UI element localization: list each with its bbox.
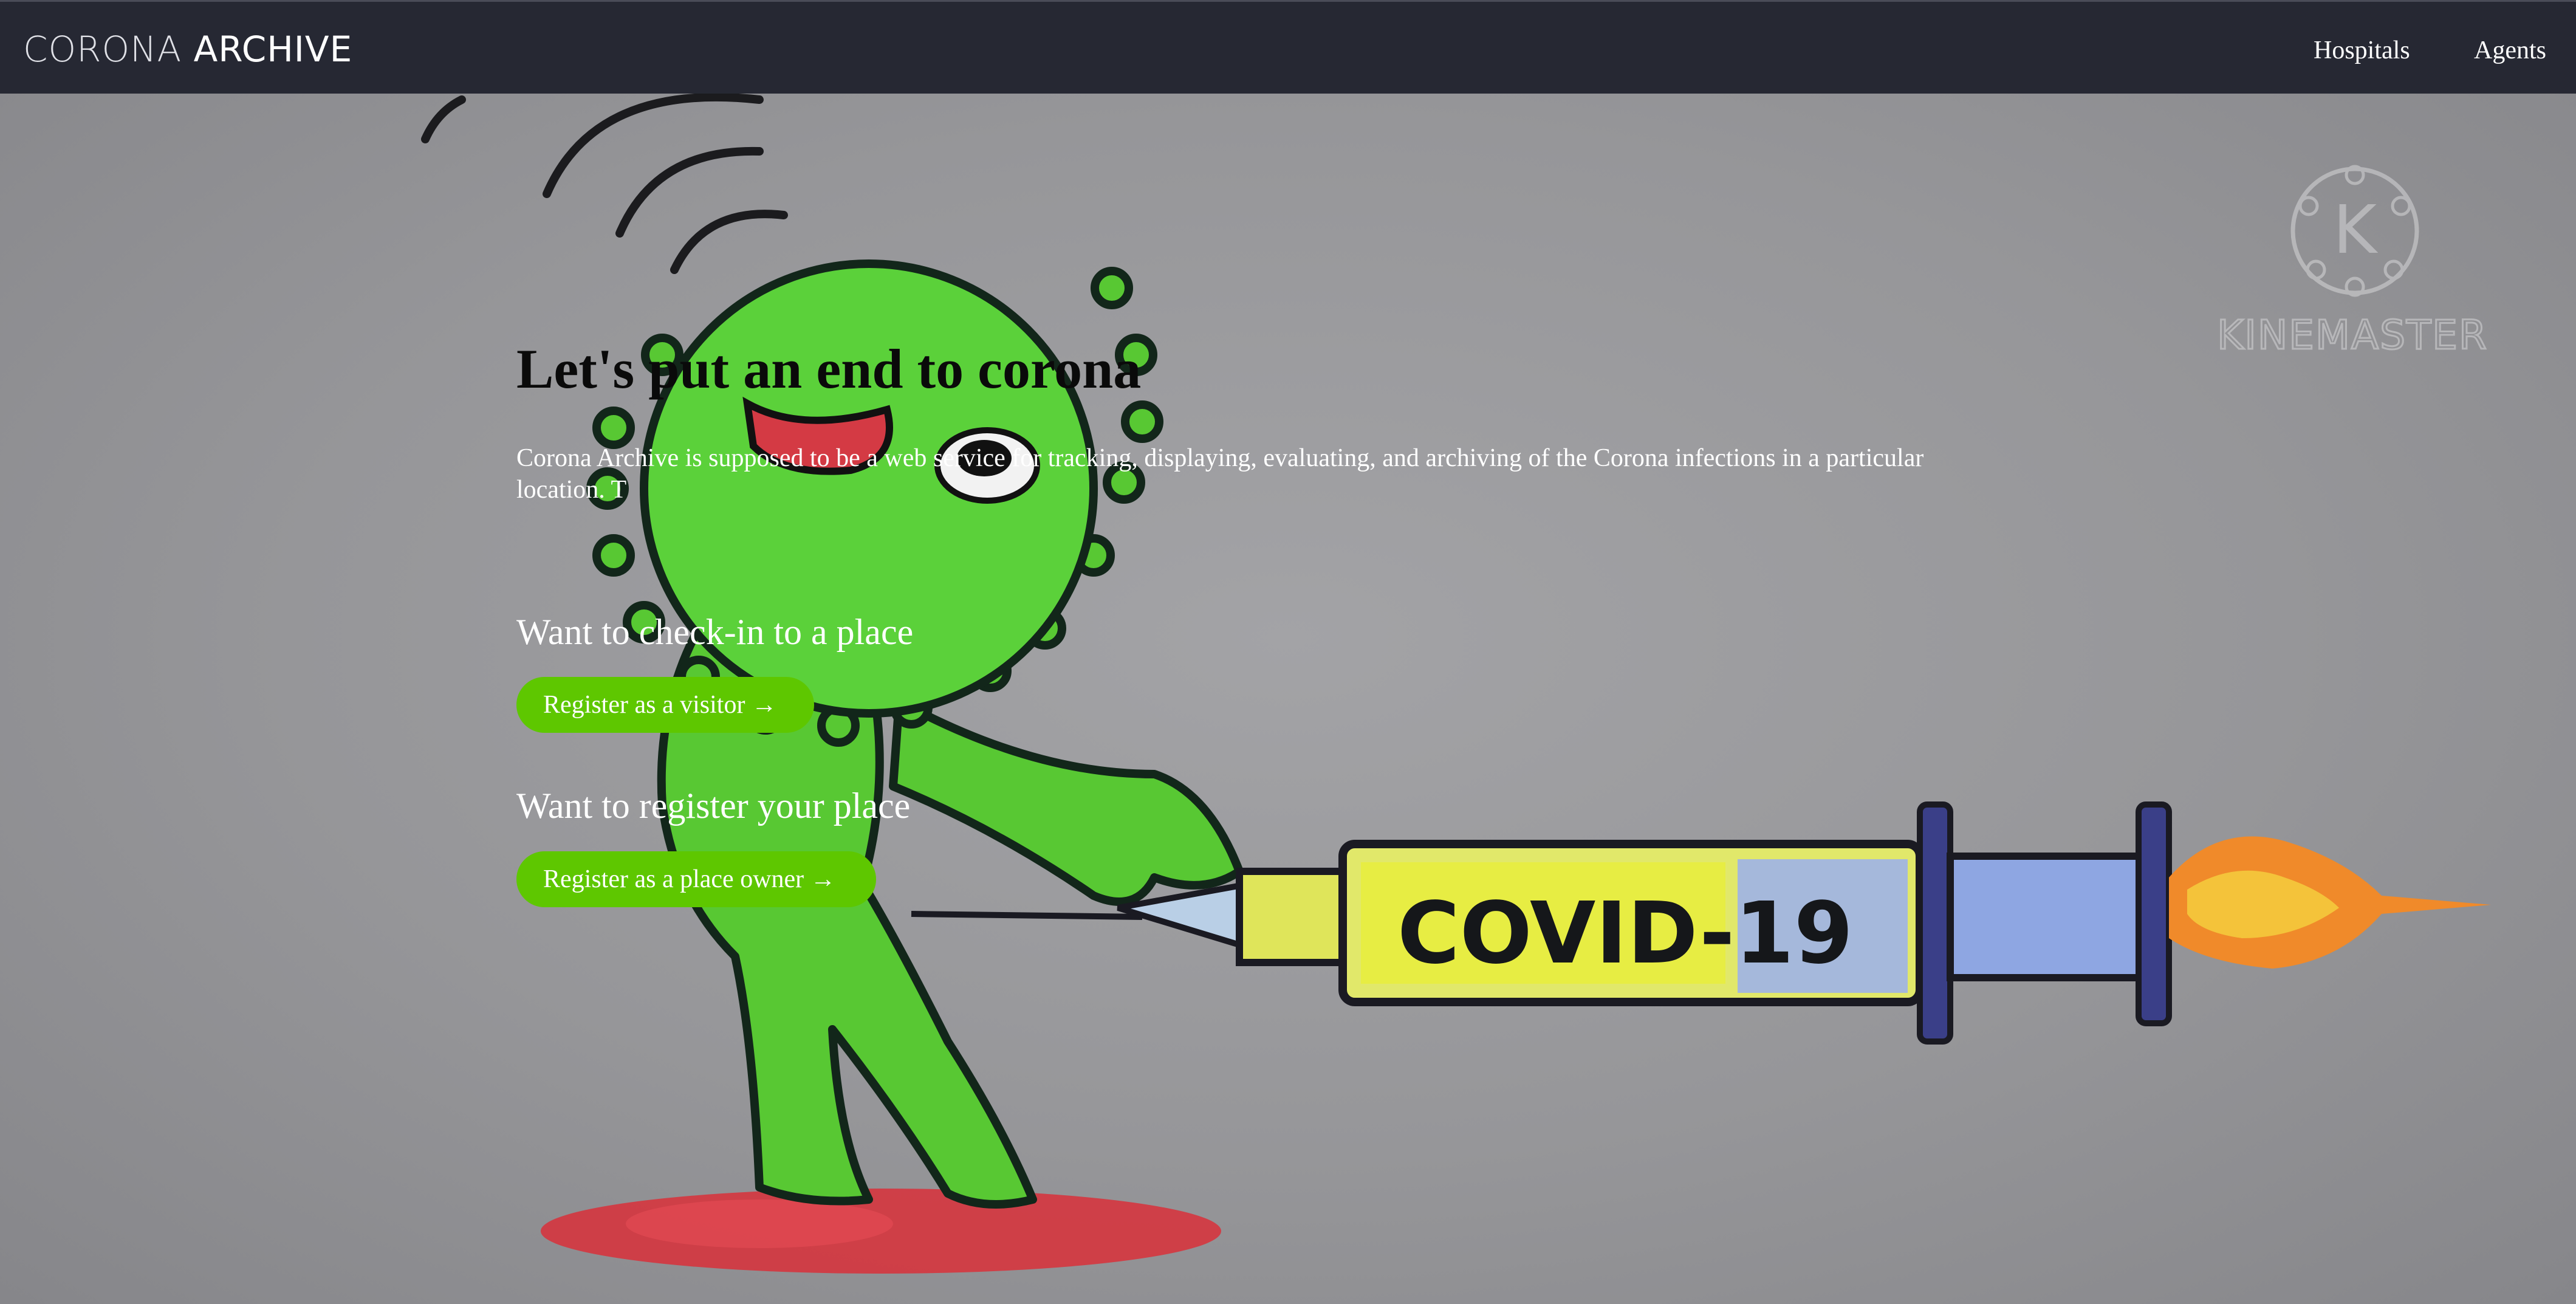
blood-pool [541,1189,1221,1274]
syringe-label: COVID-19 [1397,884,1853,983]
top-navbar: CORONA ARCHIVE Hospitals Agents [0,0,2576,94]
logo-archive-text: ARCHIVE [193,29,353,70]
hero-intro-text: Corona Archive is supposed to be a web s… [516,444,1924,504]
virus-creature [586,259,1244,1209]
logo-corona-text: CORONA [23,29,182,70]
visitor-section-title: Want to check-in to a place [516,612,914,652]
watermark-letter: K [2333,191,2379,269]
site-logo[interactable]: CORONA ARCHIVE [23,25,352,74]
hero-background-illustration: K KINEMASTER COVID-19 [421,94,2491,1274]
kinemaster-watermark: K KINEMASTER [2216,165,2488,360]
nav-link-hospitals[interactable]: Hospitals [2314,31,2410,70]
hero-section: K KINEMASTER COVID-19 Let's put an end t… [0,94,2576,1304]
owner-section-title: Want to register your place [516,786,911,826]
register-place-owner-button[interactable]: Register as a place owner → [516,851,876,907]
hero-headline: Let's put an end to corona [516,338,1142,400]
register-visitor-button[interactable]: Register as a visitor → [516,677,814,733]
nav-link-agents[interactable]: Agents [2474,31,2546,70]
sound-arcs [421,94,788,274]
watermark-text: KINEMASTER [2217,312,2488,359]
